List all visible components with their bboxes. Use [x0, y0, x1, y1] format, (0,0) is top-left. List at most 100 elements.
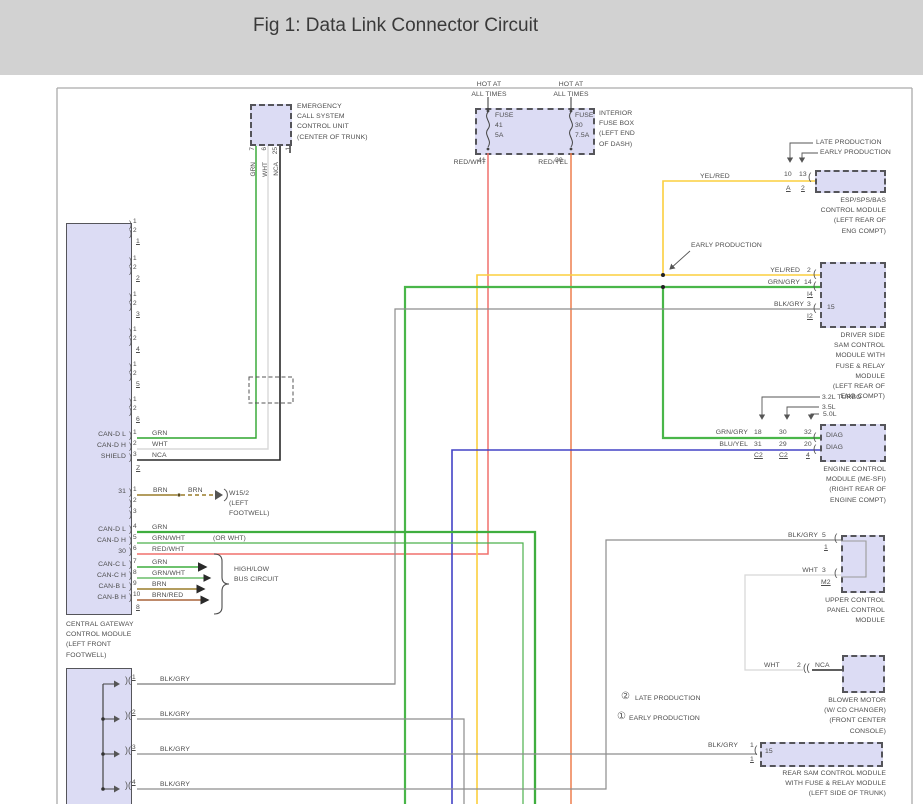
ecm-pin-29: 29: [779, 440, 787, 450]
junction-dot: [661, 285, 665, 289]
cgw-pin: )6: [129, 546, 137, 555]
wire-label-blk-gry-4: BLK/GRY: [160, 780, 190, 790]
cgw-label-can-b-h: CAN-B H: [70, 593, 126, 603]
blower-module-label: BLOWER MOTOR (W/ CD CHANGER) (FRONT CENT…: [822, 696, 886, 737]
sam-ref-i4: I4: [807, 290, 813, 300]
sam-ref-i2: I2: [807, 312, 813, 322]
ecm-pin-20: 20: [804, 440, 812, 450]
cgw-pin: )9: [129, 581, 137, 590]
ucp-ref-1: 1: [824, 543, 828, 553]
fuse-30-bottom-dot: [570, 148, 573, 151]
fuse-41-icon: [487, 112, 490, 147]
cgw-label-can-d-l2: CAN-D L: [70, 525, 126, 535]
fuse-30-label: FUSE 30 7.5A: [575, 111, 594, 142]
emergency-pin-1: 1: [285, 147, 292, 151]
cgw-label-can-c-l: CAN-C L: [70, 560, 126, 570]
sam-pin-3: 3: [807, 300, 811, 310]
cgw-label-can-d-h2: CAN-D H: [70, 536, 126, 546]
cgw-pin: )2: [129, 371, 137, 380]
ecm-pin-18: 18: [754, 428, 762, 438]
wire-label-red-wht-6: RED/WHT: [152, 545, 184, 555]
wire-label-grn-gry: GRN/GRY: [756, 278, 800, 288]
ecm-ref-4: 4: [806, 451, 810, 461]
variant-arrow-35: [787, 407, 819, 419]
fuse-30-top-dot: [570, 110, 573, 113]
legend-late-label: LATE PRODUCTION: [635, 694, 701, 704]
wire-label-brn-2: BRN: [188, 486, 203, 496]
wire-label-nca-can: NCA: [152, 451, 167, 461]
wire-label-nca-blower: NCA: [815, 661, 830, 671]
wire-label-brn-red-10: BRN/RED: [152, 591, 183, 601]
wiring-diagram-page: Fig 1: Data Link Connector Circuit: [0, 0, 923, 804]
wire-label-wht: WHT: [262, 162, 269, 177]
esp-module-label: ESP/SPS/BAS CONTROL MODULE (LEFT REAR OF…: [796, 196, 886, 237]
esp-late-label: LATE PRODUCTION: [816, 138, 882, 148]
cgw-connector-ref: 3: [136, 310, 140, 320]
wire-label-yel-red-sam: YEL/RED: [756, 266, 800, 276]
cgw-pin: )2: [129, 441, 137, 450]
ucp-internal-link: [841, 541, 866, 577]
bottom-pin: )(4: [125, 780, 136, 789]
fuse-41-top-dot: [487, 110, 490, 113]
emergency-unit-label: EMERGENCY CALL SYSTEM CONTROL UNIT (CENT…: [297, 102, 368, 143]
legend-early-icon: ①: [617, 712, 626, 722]
ecm-variant-50: 5.0L: [823, 410, 837, 420]
wire-wht-emergency: [137, 146, 268, 449]
cgw-connector-ref: 5: [136, 380, 140, 390]
ecm-pin-31: 31: [754, 440, 762, 450]
cgw-pin: )2: [129, 336, 137, 345]
variant-arrow-50: [811, 414, 819, 419]
cgw-pin: )2: [129, 301, 137, 310]
rearsam-ref-1: 1: [750, 755, 754, 765]
ecm-ref-c2b: C2: [779, 451, 788, 461]
wire-label-grn-wht-8: GRN/WHT: [152, 569, 185, 579]
cgw-pin: )4: [129, 524, 137, 533]
cgw-label-30: 30: [70, 547, 126, 557]
cgw-pin: )5: [129, 535, 137, 544]
sam-module-label: DRIVER SIDE SAM CONTROL MODULE WITH FUSE…: [795, 331, 885, 402]
ucp-pin-bracket: (: [834, 534, 837, 544]
junction-dot: [177, 493, 180, 496]
wire-label-blk-gry-2: BLK/GRY: [160, 710, 190, 720]
wire-grn-wht-pin5: [137, 543, 523, 804]
wire-label-grn-gry-ecm: GRN/GRY: [702, 428, 748, 438]
ucp-pin-bracket: (: [834, 569, 837, 579]
junction-dot: [101, 752, 105, 756]
ground-dest-label: W15/2 (LEFT FOOTWELL): [229, 489, 270, 520]
hot-at-all-times-1: HOT AT ALL TIMES: [466, 80, 512, 100]
cgw-pin: )3: [129, 452, 137, 461]
ucp-module-label: UPPER CONTROL PANEL CONTROL MODULE: [822, 596, 885, 627]
ecm-pin-bracket: (: [813, 445, 816, 455]
ecm-diag-1: DIAG: [826, 431, 843, 441]
wire-label-blk-gry-3: BLK/GRY: [160, 745, 190, 755]
bottom-pin: )(1: [125, 675, 136, 684]
wire-label-blk-gry-ucp: BLK/GRY: [774, 531, 818, 541]
wire-label-red-yel: RED/YEL: [528, 158, 568, 168]
wire-label-blu-yel: BLU/YEL: [702, 440, 748, 450]
sam-pin-bracket: (: [813, 304, 816, 314]
wire-shield-emergency: [137, 146, 280, 460]
bottom-pin: )(2: [125, 710, 136, 719]
esp-ref-2: 2: [801, 184, 805, 194]
cgw-connector-ref: 6: [136, 415, 140, 425]
sam-inner-15: 15: [827, 303, 835, 313]
esp-pin-10: 10: [784, 170, 792, 180]
cgw-label-can-c-h: CAN-C H: [70, 571, 126, 581]
legend-late-icon: ②: [621, 692, 630, 702]
esp-early-label: EARLY PRODUCTION: [820, 148, 891, 158]
sam-pin-2: 2: [807, 266, 811, 276]
blower-connector-icon: ((: [803, 664, 810, 674]
wire-label-blk-gry-1: BLK/GRY: [160, 675, 190, 685]
ecm-pin-32: 32: [804, 428, 812, 438]
bottom-pin: )(3: [125, 745, 136, 754]
cgw-label-can-d-h: CAN-D H: [70, 441, 126, 451]
rearsam-pin-bracket: (: [754, 746, 757, 756]
ground-symbol: [215, 490, 223, 500]
bus-circuit-label: HIGH/LOW BUS CIRCUIT: [234, 565, 279, 585]
ecm-diag-2: DIAG: [826, 443, 843, 453]
wire-label-red-wht: RED/WHT: [446, 158, 486, 168]
sam-pin-bracket: (: [813, 282, 816, 292]
cgw-pin: )2: [129, 228, 137, 237]
esp-ref-a: A: [786, 184, 791, 194]
emergency-pin-7: 7: [249, 147, 256, 151]
